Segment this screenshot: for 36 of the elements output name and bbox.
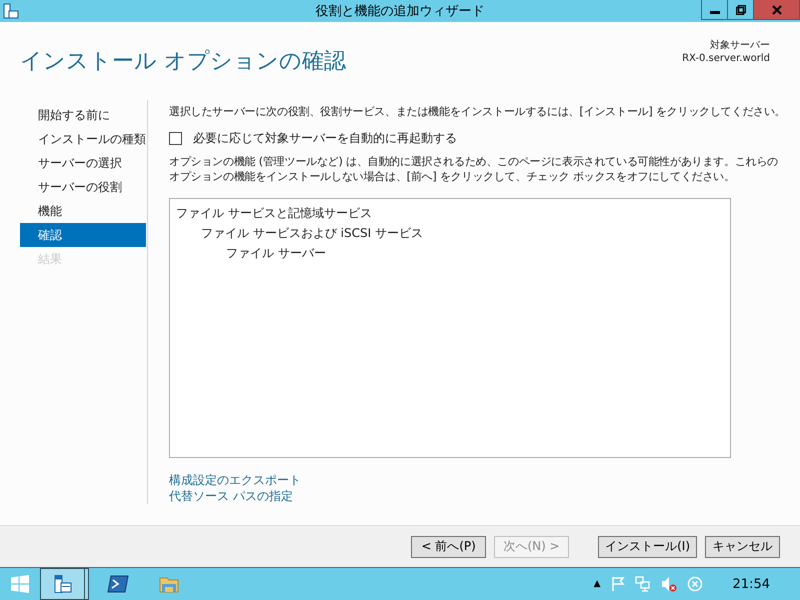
target-server-label: 対象サーバー (710, 39, 770, 52)
instruction-text: 選択したサーバーに次の役割、役割サービス、または機能をインストールするには、[インストール] をクリックしてください。 (169, 104, 786, 119)
page-title: インストール オプションの確認 (20, 48, 346, 76)
window-title: 役割と機能の追加ウィザード (314, 3, 486, 20)
taskbar-app-button[interactable] (40, 568, 85, 600)
server-manager-icon (3, 3, 19, 19)
powershell-icon (106, 575, 128, 593)
folder-icon (158, 575, 178, 593)
selection-item: ファイル サービスおよび iSCSI サービス (201, 226, 423, 240)
checkbox-label: 必要に応じて対象サーバーを自動的に再起動する (193, 130, 457, 147)
wizard-step[interactable]: 機能 (20, 199, 146, 223)
note-text: オプションの機能 (管理ツールなど) は、自動的に選択されるため、このページに表示されている可能性があります。これらの オプションの機能をインストールしない場合は、[前へ] をクリックして、チェック ボックスをオフにしてください。 (169, 154, 780, 184)
wizard-button[interactable]: キャンセル (705, 536, 780, 558)
windows-logo-icon (10, 574, 30, 594)
wizard-step[interactable]: 確認 (20, 223, 146, 247)
wizard-step[interactable]: サーバーの役割 (20, 175, 146, 199)
close-button[interactable] (753, 0, 800, 20)
server-manager-icon (54, 575, 72, 593)
restart-checkbox[interactable] (169, 132, 182, 145)
wizard-step[interactable]: 開始する前に (20, 103, 146, 127)
selection-item: ファイル サービスと記憶域サービス (176, 206, 372, 220)
muted-speaker-icon[interactable] (660, 576, 677, 592)
clock[interactable]: 21:54 (732, 576, 770, 592)
wizard-button[interactable]: インストール(I) (598, 536, 697, 558)
close-icon (772, 4, 782, 14)
wizard-step[interactable]: インストールの種類 (20, 127, 146, 151)
wizard-step[interactable]: サーバーの選択 (20, 151, 146, 175)
target-server-name: RX-0.server.world (682, 52, 770, 65)
tray-arrow[interactable]: ▲ (594, 579, 601, 589)
restore-icon (736, 4, 746, 14)
link[interactable]: 代替ソース パスの指定 (169, 488, 293, 504)
minimize-icon (710, 11, 720, 14)
minimize-button[interactable] (701, 0, 728, 20)
selection-item: ファイル サーバー (226, 246, 326, 260)
link[interactable]: 構成設定のエクスポート (169, 472, 301, 488)
wizard-button[interactable]: < 前へ(P) (411, 536, 486, 558)
